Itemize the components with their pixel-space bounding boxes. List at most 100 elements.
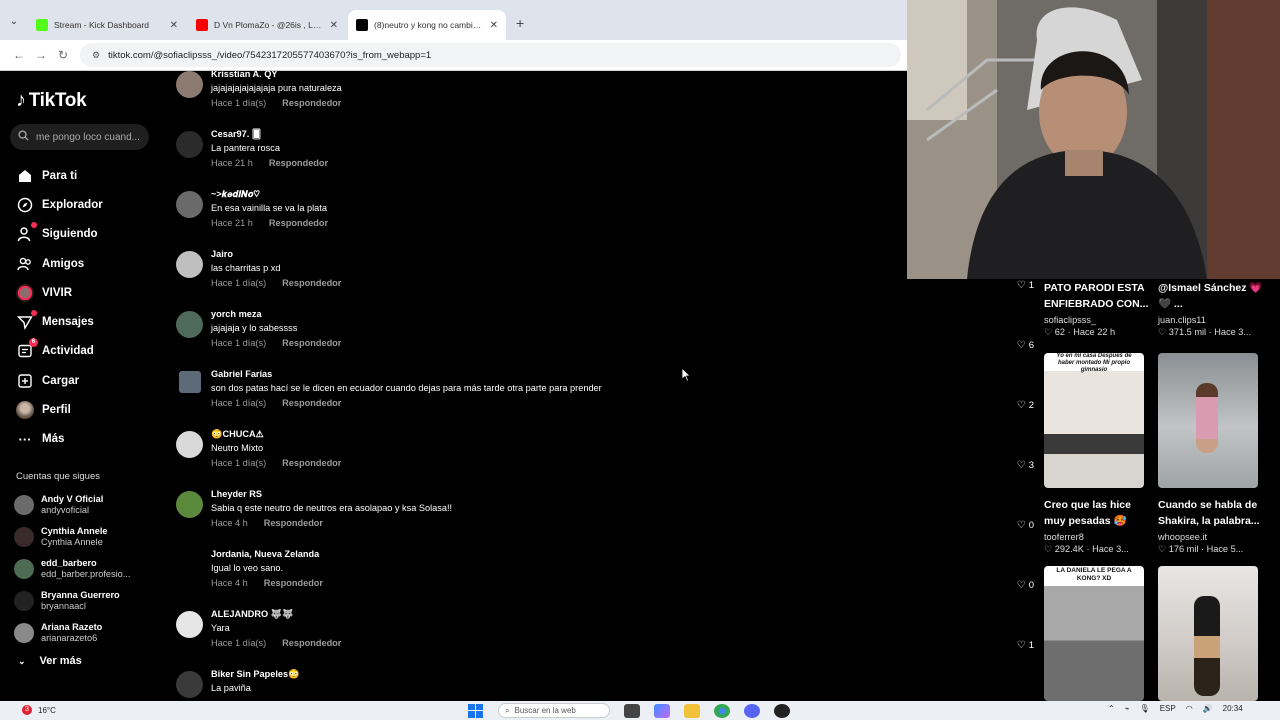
reply-button[interactable]: Respondedor	[282, 98, 341, 108]
reply-button[interactable]: Respondedor	[264, 578, 323, 588]
following-account[interactable]: Cynthia Annele Cynthia Annele	[14, 521, 130, 553]
comment-like-button[interactable]: ♡ 0	[1017, 580, 1034, 591]
video-author[interactable]: tooferrer8	[1044, 532, 1152, 542]
discord-icon[interactable]	[744, 703, 760, 718]
comment-username[interactable]: yorch meza	[211, 309, 262, 319]
comment-like-button[interactable]: ♡ 1	[1017, 280, 1034, 291]
copilot-icon[interactable]	[654, 703, 670, 718]
comment-username[interactable]: ALEJANDRO 🐺🐺	[211, 609, 294, 620]
related-video-card[interactable]: Yo en mi casa Después de haber montado M…	[1044, 353, 1152, 555]
video-thumbnail[interactable]	[1158, 353, 1258, 488]
obs-icon[interactable]	[774, 703, 790, 718]
network-icon[interactable]: ⌁	[1125, 704, 1130, 713]
nav-item-perfil[interactable]: Perfil	[16, 395, 166, 424]
comment-like-button[interactable]: ♡ 2	[1017, 400, 1034, 411]
reply-button[interactable]: Respondedor	[282, 338, 341, 348]
forward-arrow-icon[interactable]: →	[30, 48, 52, 62]
comment-like-button[interactable]: ♡ 3	[1017, 460, 1034, 471]
avatar[interactable]	[176, 671, 203, 698]
comment-username[interactable]: ~>𝒌𝒆𝒅𝒊𝑵𝒐♡	[211, 189, 260, 200]
windows-start-icon[interactable]	[468, 703, 484, 718]
nav-item-cargar[interactable]: Cargar	[16, 366, 166, 395]
reply-button[interactable]: Respondedor	[282, 278, 341, 288]
reply-button[interactable]: Respondedor	[269, 158, 328, 168]
comment-username[interactable]: Jairo	[211, 249, 233, 259]
following-account[interactable]: edd_barbero edd_barber.profesio...	[14, 553, 130, 585]
reply-button[interactable]: Respondedor	[264, 518, 323, 528]
comment-like-button[interactable]: ♡ 1	[1017, 640, 1034, 651]
nav-item-vivir[interactable]: VIVIR	[16, 278, 166, 307]
video-author[interactable]: sofiaclipsss_	[1044, 315, 1152, 325]
following-account[interactable]: Bryanna Guerrero bryannaacl	[14, 585, 130, 617]
comment-username[interactable]: Lheyder RS	[211, 489, 262, 499]
taskbar-search[interactable]: ⌕ Buscar en la web	[498, 703, 610, 718]
comment-username[interactable]: Jordania, Nueva Zelanda	[211, 549, 319, 559]
reload-icon[interactable]: ↻	[52, 48, 74, 62]
url-field[interactable]: ⚙ tiktok.com/@sofiaclipsss_/video/754231…	[80, 43, 901, 67]
reply-button[interactable]: Respondedor	[282, 398, 341, 408]
comment-like-button[interactable]: ♡ 6	[1017, 340, 1034, 351]
new-tab-button[interactable]: +	[516, 15, 524, 31]
comment-username[interactable]: Gabriel Farías	[211, 369, 272, 379]
search-box[interactable]	[10, 124, 149, 150]
file-explorer-icon[interactable]	[684, 703, 700, 718]
related-video-card[interactable]	[1158, 566, 1266, 701]
reply-button[interactable]: Respondedor	[282, 458, 341, 468]
search-input[interactable]	[36, 131, 144, 143]
task-view-icon[interactable]	[624, 703, 640, 718]
tiktok-logo[interactable]: ♪ TikTok	[16, 89, 87, 112]
related-video-card[interactable]: @Ismael Sánchez 💗 🖤 ... juan.clips11 ♡ 3…	[1158, 281, 1266, 338]
related-video-card[interactable]: PATO PARODI ESTA ENFIEBRADO CON... sofia…	[1044, 281, 1152, 338]
close-tab-icon[interactable]: ✕	[330, 20, 338, 31]
tab-search-chevron-icon[interactable]: ⌄	[4, 11, 24, 31]
nav-item-mas[interactable]: ··· Más	[16, 425, 166, 454]
comment-like-button[interactable]: ♡ 0	[1017, 520, 1034, 531]
avatar[interactable]	[176, 551, 203, 578]
chrome-icon[interactable]	[714, 703, 730, 718]
back-arrow-icon[interactable]: ←	[8, 48, 30, 62]
close-tab-icon[interactable]: ✕	[490, 20, 498, 31]
weather-widget[interactable]: 3 16°C	[22, 705, 56, 715]
avatar[interactable]	[176, 191, 203, 218]
avatar[interactable]	[176, 71, 203, 98]
related-video-card[interactable]: Cuando se habla de Shakira, la palabra..…	[1158, 353, 1266, 555]
nav-item-actividad[interactable]: 6 Actividad	[16, 337, 166, 366]
wifi-icon[interactable]: ◠	[1186, 704, 1193, 713]
nav-item-mensajes[interactable]: Mensajes	[16, 307, 166, 336]
following-account[interactable]: Andy V Oficial andyvoficial	[14, 489, 130, 521]
video-thumbnail[interactable]: Yo en mi casa Después de haber montado M…	[1044, 353, 1144, 488]
avatar[interactable]	[176, 251, 203, 278]
language-indicator[interactable]: ESP	[1160, 704, 1176, 713]
comment-username[interactable]: 😳CHUCA⚠	[211, 429, 264, 440]
chevron-up-icon[interactable]: ⌃	[1108, 704, 1115, 713]
video-thumbnail[interactable]	[1158, 566, 1258, 701]
avatar[interactable]	[179, 371, 201, 393]
following-account[interactable]: Ariana Razeto arianarazeto6	[14, 617, 130, 649]
reply-button[interactable]: Respondedor	[282, 638, 341, 648]
reply-button[interactable]: Respondedor	[269, 218, 328, 228]
comment-username[interactable]: Krisstian A. QY	[211, 71, 278, 79]
video-author[interactable]: juan.clips11	[1158, 315, 1266, 325]
microphone-icon[interactable]: 🎙	[1140, 704, 1150, 713]
nav-item-explorador[interactable]: Explorador	[16, 190, 166, 219]
volume-icon[interactable]: 🔊	[1203, 704, 1213, 713]
browser-tab-youtube[interactable]: D Vn PlomaZo - @26is , Louis F ✕	[188, 10, 346, 40]
video-author[interactable]: whoopsee.it	[1158, 532, 1266, 542]
close-tab-icon[interactable]: ✕	[170, 20, 178, 31]
avatar[interactable]	[176, 491, 203, 518]
nav-item-amigos[interactable]: Amigos	[16, 249, 166, 278]
avatar[interactable]	[176, 611, 203, 638]
browser-tab-kick[interactable]: Stream - Kick Dashboard ✕	[28, 10, 186, 40]
nav-item-siguiendo[interactable]: Siguiendo	[16, 220, 166, 249]
comment-username[interactable]: Biker Sin Papeles😳	[211, 669, 300, 680]
comment-username[interactable]: Cesar97. 🂠	[211, 129, 261, 140]
see-more-button[interactable]: ⌄ Ver más	[18, 655, 82, 667]
avatar[interactable]	[176, 311, 203, 338]
clock[interactable]: 20:34	[1223, 704, 1243, 713]
site-info-icon[interactable]: ⚙	[92, 50, 100, 61]
related-video-card[interactable]: LA DANIELA LE PEGA A KONG? XD	[1044, 566, 1152, 701]
video-thumbnail[interactable]: LA DANIELA LE PEGA A KONG? XD	[1044, 566, 1144, 701]
avatar[interactable]	[176, 431, 203, 458]
browser-tab-tiktok[interactable]: (8)neutro y kong no cambian x ✕	[348, 10, 506, 40]
nav-item-para-ti[interactable]: Para ti	[16, 161, 166, 190]
